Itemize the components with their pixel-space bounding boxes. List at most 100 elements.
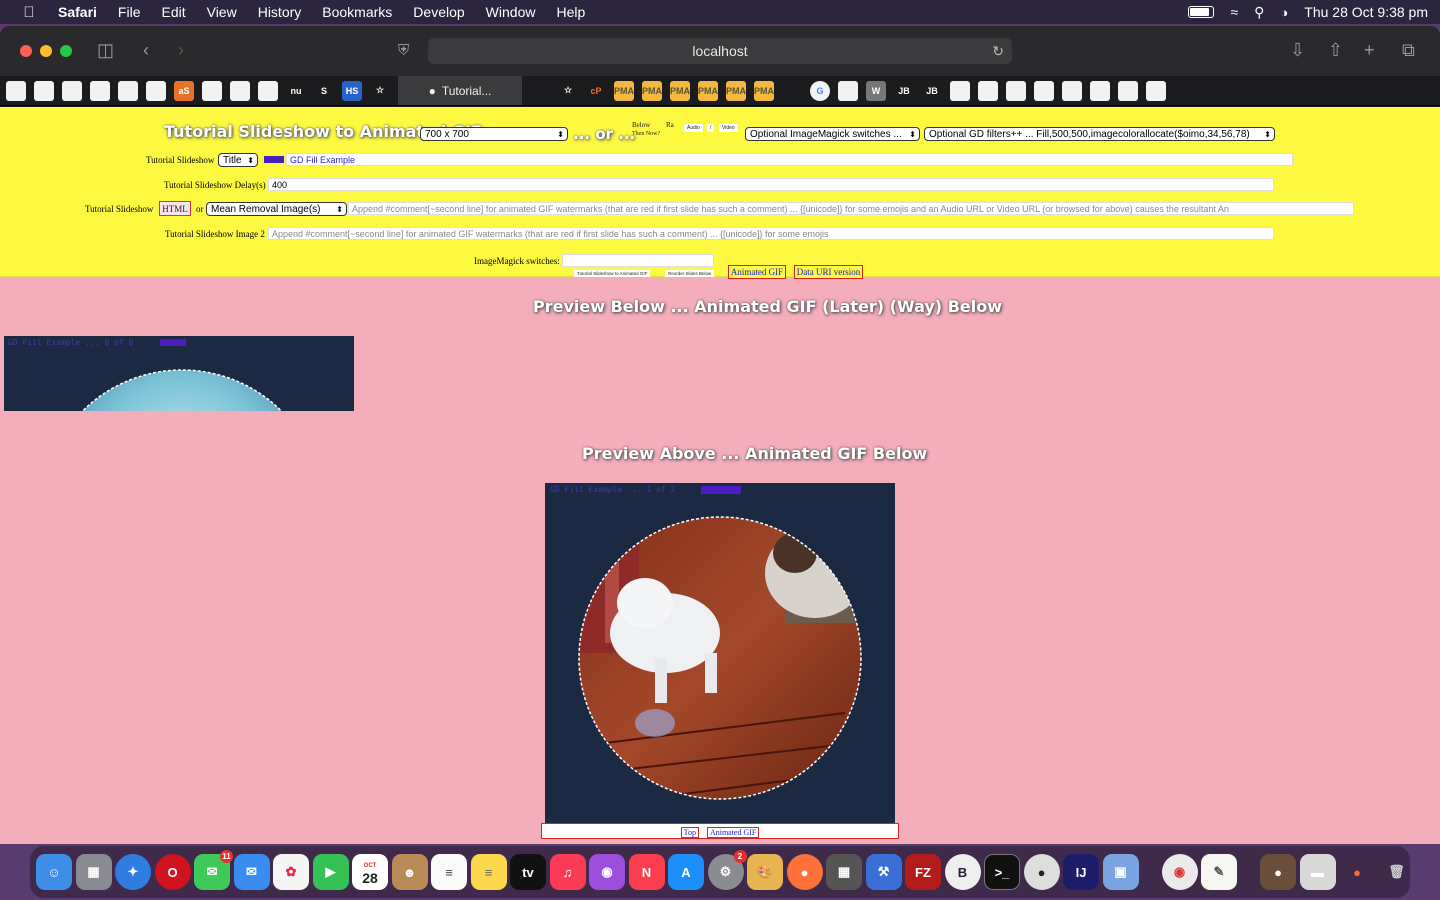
contacts-icon[interactable]: ☻ — [391, 854, 428, 890]
favorite-item[interactable]: PMA — [754, 80, 774, 101]
favorite-item[interactable]: cP — [586, 80, 606, 101]
share-icon[interactable]: ⇧ — [1328, 40, 1343, 61]
battery-icon[interactable] — [1188, 6, 1215, 18]
reorder-slides-button[interactable]: Reorder Slides Below — [665, 270, 715, 277]
chrome-icon[interactable]: ◉ — [1161, 854, 1198, 890]
favorite-item[interactable] — [950, 80, 970, 101]
favorite-item[interactable] — [202, 80, 222, 101]
close-window-button[interactable] — [20, 45, 32, 57]
gd-filters-select[interactable]: Optional GD filters++ ... Fill,500,500,i… — [924, 127, 1275, 141]
wifi-icon[interactable]: ≈ — [1230, 4, 1238, 20]
favorite-item[interactable] — [62, 80, 82, 101]
opera-icon[interactable]: O — [154, 854, 191, 890]
messages-icon[interactable]: ✉ 11 — [194, 850, 233, 890]
apple-tv-icon[interactable]: tv — [510, 854, 546, 890]
video-button[interactable]: Video — [719, 124, 738, 132]
favorite-item[interactable]: PMA — [642, 80, 662, 101]
favorite-item[interactable]: PMA — [726, 80, 746, 101]
apple-icon[interactable]:  — [20, 4, 38, 21]
terminal-icon[interactable]: >_ — [984, 854, 1020, 890]
tab-active[interactable]: ● Tutorial... — [398, 76, 522, 105]
favorite-item[interactable] — [258, 80, 278, 101]
image1-append-input[interactable]: Append #comment[~second line] for animat… — [348, 202, 1354, 215]
preview-app-icon[interactable]: ▣ — [1102, 854, 1139, 890]
reload-icon[interactable]: ↻ — [992, 43, 1004, 60]
back-icon[interactable]: ‹ — [143, 40, 149, 61]
favorite-item[interactable] — [34, 80, 54, 101]
mean-removal-select[interactable]: Mean Removal Image(s) — [206, 202, 347, 216]
facetime-icon[interactable]: ▶ — [312, 854, 349, 890]
favorite-item[interactable] — [530, 80, 550, 101]
finder-icon[interactable]: ☺ — [36, 854, 72, 890]
control-center-icon[interactable]: ◑ — [1280, 5, 1288, 20]
safari-icon[interactable]: ✦ — [115, 854, 151, 890]
privacy-shield-icon[interactable]: ⛨ — [398, 42, 409, 59]
favorite-item[interactable] — [1090, 80, 1110, 101]
mail-icon[interactable]: ✉ — [233, 854, 270, 890]
downloads-stack-icon[interactable]: ▬ — [1299, 854, 1336, 890]
title-text-input[interactable]: GD Fill Example — [286, 153, 1293, 166]
address-bar[interactable]: localhost ↻ — [428, 38, 1012, 64]
favorite-item[interactable]: PMA — [698, 80, 718, 101]
favorite-item[interactable] — [1006, 80, 1026, 101]
forward-icon[interactable]: › — [178, 40, 184, 61]
favorite-star-icon[interactable]: ☆ — [558, 80, 578, 101]
data-uri-button[interactable]: Data URI version — [794, 265, 863, 279]
favorite-item[interactable] — [90, 80, 110, 101]
paint-icon[interactable]: 🎨 — [747, 854, 783, 890]
title-select[interactable]: Title — [218, 153, 258, 167]
favorite-item[interactable]: aS — [174, 80, 194, 101]
favorite-item[interactable]: JB — [894, 80, 914, 101]
minimize-window-button[interactable] — [40, 45, 52, 57]
favorite-item[interactable]: G — [810, 80, 830, 101]
trash-icon[interactable]: 🗑 — [1379, 854, 1415, 890]
imagemagick-switches-input[interactable] — [562, 254, 714, 267]
favorite-item[interactable]: S — [314, 80, 334, 101]
imagemagick-switches-select[interactable]: Optional ImageMagick switches ... — [745, 127, 920, 141]
favorite-item[interactable]: W — [866, 80, 886, 101]
favorite-item[interactable] — [1062, 80, 1082, 101]
app-store-icon[interactable]: A — [668, 854, 704, 890]
zoom-window-button[interactable] — [60, 45, 72, 57]
xcode-icon[interactable]: ⚒ — [865, 854, 902, 890]
calendar-icon[interactable]: OCT 28 — [352, 854, 388, 890]
animated-gif-button[interactable]: Animated GIF — [728, 265, 786, 279]
bbedit-icon[interactable]: B — [944, 854, 981, 890]
favorite-item[interactable] — [838, 80, 858, 101]
sidebar-icon[interactable]: ◫ — [97, 40, 114, 61]
news-icon[interactable]: N — [628, 854, 665, 890]
firefox-stack-icon[interactable]: ● — [1339, 854, 1375, 890]
downloads-icon[interactable]: ⇩ — [1290, 40, 1305, 61]
sequel-icon[interactable]: ● — [1023, 854, 1060, 890]
favorite-item[interactable]: JB — [922, 80, 942, 101]
notes-icon[interactable]: ≡ — [470, 854, 507, 890]
favorite-item[interactable] — [978, 80, 998, 101]
menu-develop[interactable]: Develop — [413, 4, 464, 20]
menu-file[interactable]: File — [118, 4, 141, 20]
favorite-item[interactable]: PMA — [614, 80, 634, 101]
menu-view[interactable]: View — [207, 4, 237, 20]
firefox-icon[interactable]: ● — [786, 854, 823, 890]
textedit-icon[interactable]: ✎ — [1201, 854, 1237, 890]
top-link[interactable]: Top — [680, 827, 699, 838]
menu-history[interactable]: History — [258, 4, 302, 20]
music-icon[interactable]: ♫ — [549, 854, 586, 890]
podcasts-icon[interactable]: ◉ — [589, 854, 625, 890]
menu-app-name[interactable]: Safari — [58, 4, 97, 20]
favorite-item[interactable] — [1034, 80, 1054, 101]
audio-button[interactable]: Audio — [684, 124, 703, 132]
menu-window[interactable]: Window — [486, 4, 536, 20]
color-swatch[interactable] — [264, 156, 284, 163]
tutorial-slideshow-gif-button[interactable]: Tutorial Slideshow to Animated GIF — [574, 270, 651, 277]
menu-help[interactable]: Help — [556, 4, 585, 20]
filezilla-icon[interactable]: FZ — [905, 854, 941, 890]
favorite-item[interactable]: HS — [342, 80, 362, 101]
menubar-clock[interactable]: Thu 28 Oct 9:38 pm — [1304, 4, 1428, 20]
favorite-item[interactable] — [1118, 80, 1138, 101]
html-button[interactable]: HTML — [159, 201, 191, 216]
favorite-item[interactable] — [6, 80, 26, 101]
favorite-item[interactable] — [782, 80, 802, 101]
system-preferences-icon[interactable]: ⚙ 2 — [707, 850, 747, 890]
favorite-item[interactable]: nu — [286, 80, 306, 101]
favorite-item[interactable]: PMA — [670, 80, 690, 101]
